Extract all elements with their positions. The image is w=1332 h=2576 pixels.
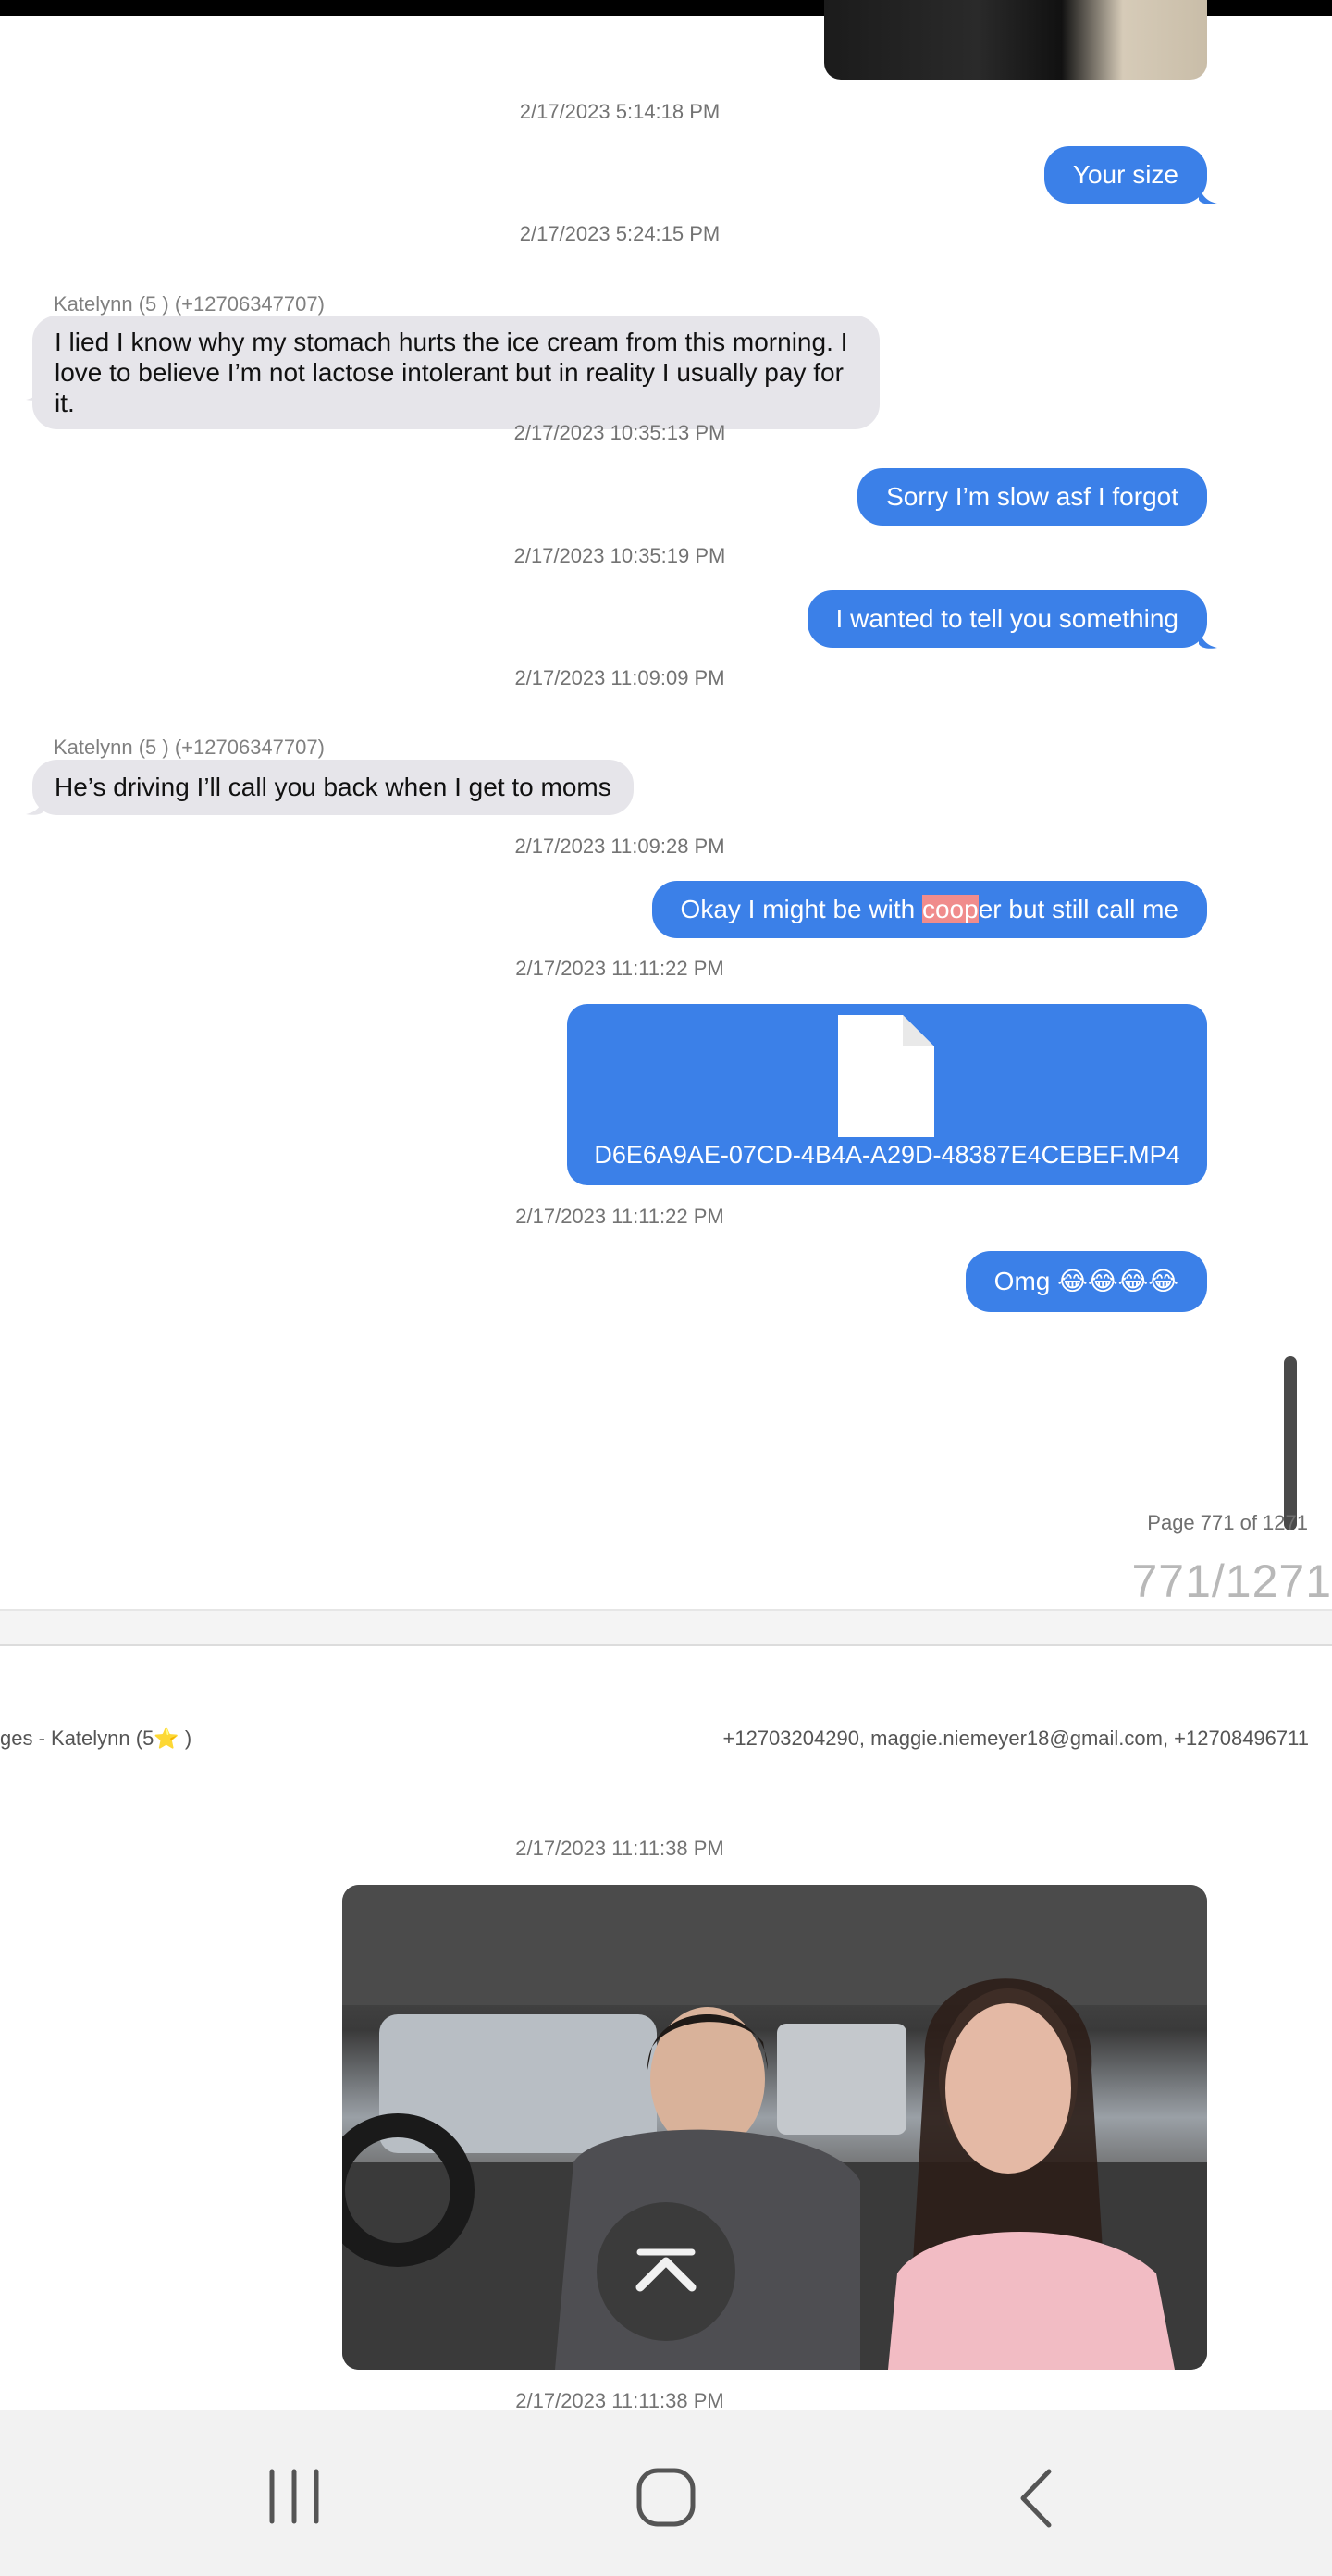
file-attachment[interactable]: D6E6A9AE-07CD-4B4A-A29D-48387E4CEBEF.MP4: [567, 1004, 1207, 1185]
photo-content: [342, 1885, 1207, 2370]
page-gap: [0, 1611, 1332, 1644]
photo-attachment[interactable]: [342, 1885, 1207, 2370]
page-header-participants: +12703204290, maggie.niemeyer18@gmail.co…: [722, 1727, 1310, 1750]
photo-attachment-partial[interactable]: [824, 0, 1207, 80]
back-icon[interactable]: [1014, 2466, 1060, 2531]
message-text: Omg 😂😂😂😂: [993, 1267, 1178, 1295]
outgoing-message: I wanted to tell you something: [807, 590, 1207, 648]
timestamp: 2/17/2023 5:14:18 PM: [519, 100, 721, 123]
timestamp: 2/17/2023 11:11:22 PM: [515, 957, 724, 980]
timestamp: 2/17/2023 11:11:38 PM: [515, 1837, 724, 1860]
bubble-tail: [1199, 627, 1217, 649]
page-header-title: ges - Katelynn (5⭐ ): [0, 1727, 192, 1750]
bubble-tail: [1199, 183, 1217, 204]
search-highlight: coop: [921, 895, 979, 923]
outgoing-message: Omg 😂😂😂😂: [965, 1251, 1207, 1312]
message-line: love to believe I’m not lactose intolera…: [55, 358, 844, 417]
timestamp: 2/17/2023 10:35:13 PM: [513, 421, 726, 444]
navigation-bar: [0, 2410, 1332, 2576]
page-label: Page 771 of 1271: [1147, 1511, 1308, 1534]
file-icon: [838, 1015, 934, 1137]
outgoing-message: Sorry I’m slow asf I forgot: [857, 468, 1207, 526]
sender-label: Katelynn (5 ) (+12706347707): [54, 292, 325, 316]
message-line: I lied I know why my stomach hurts the i…: [55, 328, 848, 356]
timestamp: 2/17/2023 10:35:19 PM: [513, 544, 726, 567]
recent-apps-icon[interactable]: [264, 2466, 325, 2527]
outgoing-message: Your size: [1043, 146, 1207, 204]
outgoing-message: Okay I might be with cooper but still ca…: [651, 881, 1207, 938]
scrollbar-thumb[interactable]: [1284, 1356, 1297, 1530]
sender-label: Katelynn (5 ) (+12706347707): [54, 736, 325, 759]
page-number: 771/1271: [1131, 1555, 1332, 1607]
message-text: Your size: [1072, 160, 1178, 189]
home-icon[interactable]: [635, 2466, 697, 2529]
message-text: I wanted to tell you something: [835, 604, 1178, 633]
page-divider: [0, 1644, 1332, 1646]
message-text: Okay I might be with: [680, 895, 922, 923]
message-text: He’s driving I’ll call you back when I g…: [55, 773, 611, 801]
bubble-tail: [26, 379, 44, 401]
incoming-message: He’s driving I’ll call you back when I g…: [32, 760, 634, 815]
incoming-message: I lied I know why my stomach hurts the i…: [32, 316, 880, 429]
scroll-to-top-button[interactable]: [597, 2202, 735, 2341]
bubble-tail: [26, 794, 44, 815]
message-text: Sorry I’m slow asf I forgot: [886, 482, 1178, 511]
timestamp: 2/17/2023 11:09:28 PM: [514, 835, 725, 858]
timestamp: 2/17/2023 5:24:15 PM: [519, 222, 721, 245]
chevron-up-icon: [635, 2248, 697, 2292]
timestamp: 2/17/2023 11:09:09 PM: [514, 666, 725, 689]
file-name: D6E6A9AE-07CD-4B4A-A29D-48387E4CEBEF.MP4: [594, 1141, 1180, 1169]
timestamp: 2/17/2023 11:11:22 PM: [515, 1205, 724, 1228]
message-text: er but still call me: [978, 895, 1178, 923]
